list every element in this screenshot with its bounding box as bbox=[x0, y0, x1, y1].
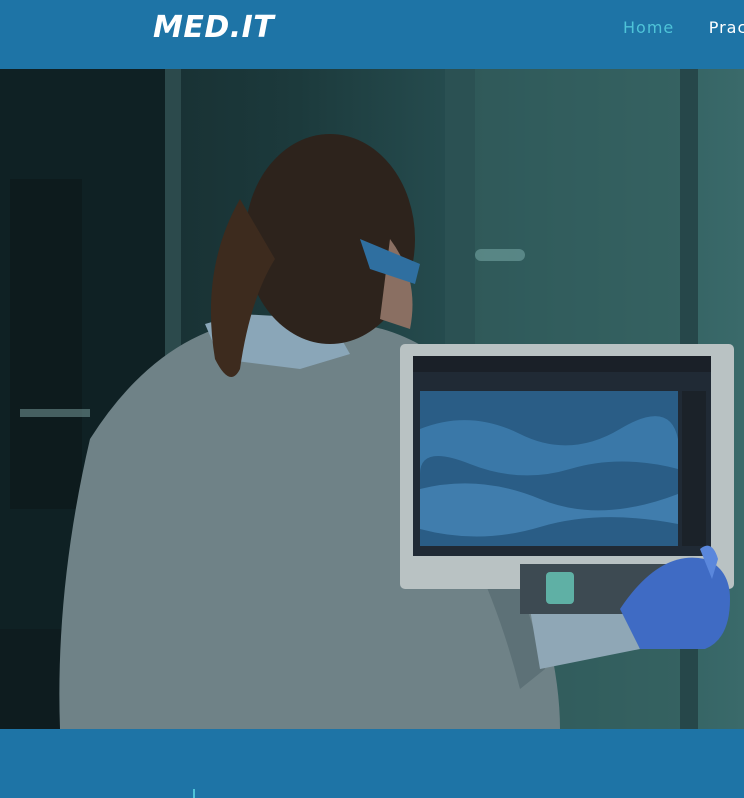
hero-image bbox=[0, 69, 744, 729]
bg-shelf-light bbox=[20, 409, 90, 417]
main-nav: Home Practice bbox=[623, 18, 744, 38]
monitor-menubar bbox=[413, 356, 711, 372]
layer-panel bbox=[682, 391, 706, 546]
site-header: MED.IT Home Practice bbox=[0, 0, 744, 69]
control-node bbox=[546, 572, 574, 604]
nav-item-practice[interactable]: Practice bbox=[709, 18, 744, 37]
bg-light bbox=[475, 249, 525, 261]
bg-door bbox=[10, 179, 82, 509]
nav-item-home[interactable]: Home bbox=[623, 18, 674, 37]
section-band bbox=[0, 729, 744, 798]
brand-logo[interactable]: MED.IT bbox=[153, 10, 274, 45]
hero-illustration bbox=[0, 69, 734, 729]
section-divider-marker bbox=[193, 789, 195, 798]
